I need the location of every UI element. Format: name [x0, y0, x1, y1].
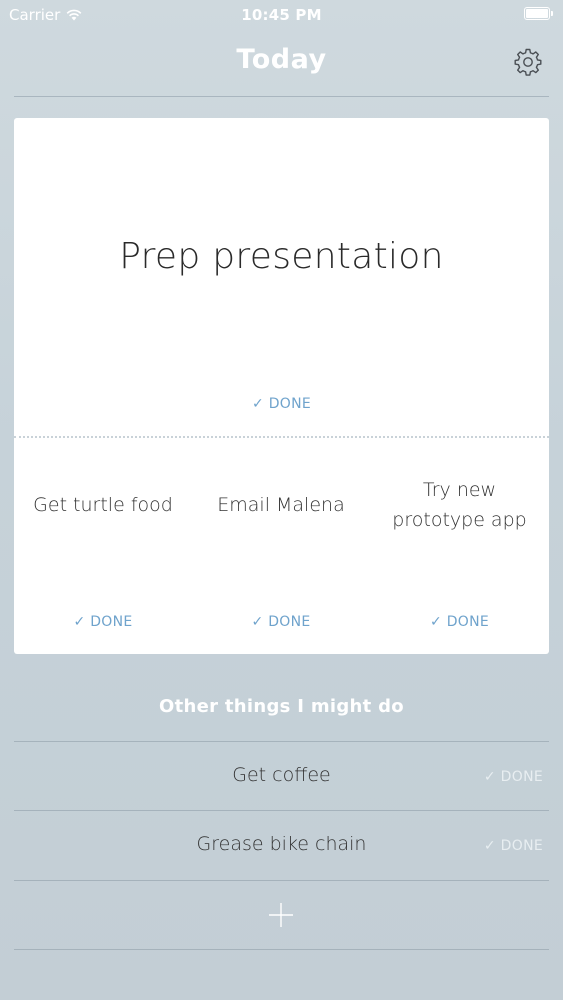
sub-task-label[interactable]: Get turtle food	[14, 490, 192, 520]
list-item-label: Get coffee	[232, 764, 331, 786]
sub-task: Get turtle food ✓ DONE	[14, 438, 192, 652]
add-item-button[interactable]	[14, 880, 549, 950]
main-task-title[interactable]: Prep presentation	[14, 236, 549, 277]
settings-button[interactable]	[513, 47, 543, 77]
list-item[interactable]: Grease bike chain ✓ DONE	[14, 810, 549, 879]
sub-task-done-button[interactable]: ✓ DONE	[370, 614, 549, 630]
header: Today	[0, 30, 563, 96]
plus-icon	[269, 903, 293, 927]
page-title: Today	[236, 44, 327, 75]
sub-task-done-button[interactable]: ✓ DONE	[192, 614, 370, 630]
today-card: Prep presentation ✓ DONE Get turtle food…	[14, 118, 549, 654]
status-bar: Carrier 10:45 PM	[0, 0, 563, 30]
sub-task: Email Malena ✓ DONE	[192, 438, 370, 652]
list-item-label: Grease bike chain	[196, 833, 367, 855]
battery-icon	[524, 7, 554, 20]
list-item[interactable]: Get coffee ✓ DONE	[14, 741, 549, 810]
sub-task-label[interactable]: Email Malena	[192, 490, 370, 520]
sub-task-done-button[interactable]: ✓ DONE	[14, 614, 192, 630]
sub-task: Try new prototype app ✓ DONE	[370, 438, 549, 652]
status-time: 10:45 PM	[241, 6, 322, 24]
sub-task-label[interactable]: Try new prototype app	[370, 475, 549, 535]
list-item-done-button[interactable]: ✓ DONE	[484, 838, 543, 854]
other-section-title: Other things I might do	[159, 696, 404, 717]
main-task-done-button[interactable]: ✓ DONE	[14, 396, 549, 412]
header-divider	[14, 96, 549, 97]
gear-icon	[514, 48, 542, 76]
list-item-done-button[interactable]: ✓ DONE	[484, 769, 543, 785]
